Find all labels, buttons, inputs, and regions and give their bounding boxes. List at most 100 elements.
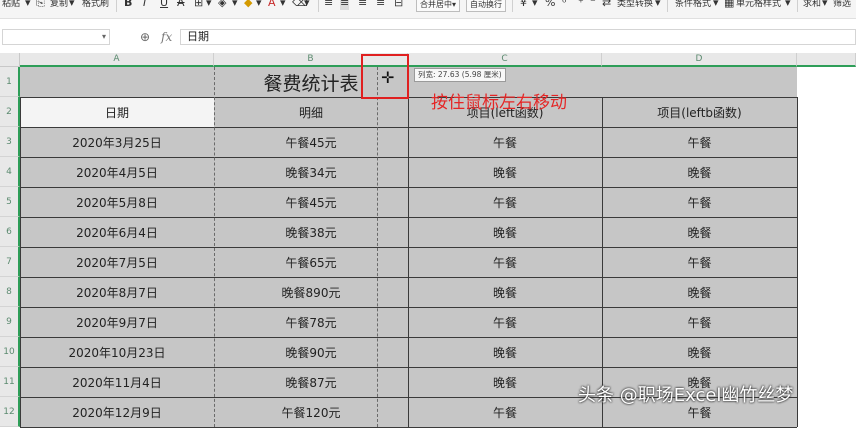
row-header-8[interactable]: 8 bbox=[0, 277, 20, 307]
table-cell[interactable]: 晚餐38元 bbox=[214, 217, 408, 247]
align-left-icon[interactable]: ≡ bbox=[324, 0, 333, 10]
table-cell[interactable]: 2020年7月5日 bbox=[20, 247, 214, 277]
table-cell[interactable]: 晚餐 bbox=[408, 337, 602, 367]
table-cell[interactable]: 2020年12月9日 bbox=[20, 397, 214, 427]
table-cell[interactable]: 2020年10月23日 bbox=[20, 337, 214, 367]
sum-button[interactable]: 求和 bbox=[803, 0, 821, 11]
chevron-down-icon[interactable]: ▾ bbox=[102, 32, 106, 41]
cell-style-button[interactable]: 单元格样式 bbox=[736, 0, 781, 11]
table-cell[interactable]: 晚餐 bbox=[408, 157, 602, 187]
table-cell[interactable]: 午餐 bbox=[408, 187, 602, 217]
table-cell[interactable]: 午餐 bbox=[408, 307, 602, 337]
table-cell[interactable]: 午餐 bbox=[602, 127, 797, 157]
column-header-d[interactable]: D bbox=[602, 53, 797, 67]
table-cell[interactable]: 晚餐 bbox=[408, 217, 602, 247]
table-cell[interactable]: 午餐 bbox=[408, 397, 602, 427]
table-cell[interactable]: 午餐 bbox=[602, 247, 797, 277]
table-cell[interactable]: 2020年5月8日 bbox=[20, 187, 214, 217]
table-cell[interactable]: 晚餐87元 bbox=[214, 367, 408, 397]
strikethrough-button[interactable]: A bbox=[177, 0, 185, 10]
table-cell[interactable]: 2020年8月7日 bbox=[20, 277, 214, 307]
filter-button[interactable]: 筛选 bbox=[833, 0, 851, 11]
table-cell[interactable]: 晚餐 bbox=[602, 277, 797, 307]
align-center-icon[interactable]: ≡ bbox=[340, 0, 350, 10]
column-header-a[interactable]: A bbox=[20, 53, 214, 67]
row-header-6[interactable]: 6 bbox=[0, 217, 20, 247]
thousands-separator-icon[interactable]: ⁰ bbox=[562, 0, 566, 10]
column-header-c[interactable]: C bbox=[408, 53, 602, 67]
distributed-align-icon[interactable]: ⊟ bbox=[394, 0, 403, 10]
chevron-down-icon[interactable]: ▾ bbox=[256, 0, 262, 10]
zoom-icon[interactable]: ⊕ bbox=[140, 29, 150, 45]
table-cell[interactable]: 晚餐 bbox=[602, 337, 797, 367]
name-box[interactable]: ▾ bbox=[2, 29, 110, 45]
conditional-format-button[interactable]: 条件格式 bbox=[675, 0, 711, 11]
chevron-down-icon[interactable]: ▾ bbox=[206, 0, 212, 10]
table-cell[interactable]: 2020年4月5日 bbox=[20, 157, 214, 187]
chevron-down-icon[interactable]: ▾ bbox=[280, 0, 286, 10]
table-cell[interactable]: 午餐45元 bbox=[214, 127, 408, 157]
merge-center-button[interactable]: 合并居中▾ bbox=[416, 0, 461, 12]
table-cell[interactable]: 午餐 bbox=[602, 307, 797, 337]
column-header-e[interactable] bbox=[797, 53, 856, 67]
row-header-12[interactable]: 12 bbox=[0, 397, 20, 427]
highlight-color-icon[interactable]: ◆ bbox=[244, 0, 252, 10]
chevron-down-icon[interactable]: ▾ bbox=[655, 0, 661, 10]
chevron-down-icon[interactable]: ▾ bbox=[785, 0, 791, 10]
table-cell[interactable]: 2020年11月4日 bbox=[20, 367, 214, 397]
table-cell[interactable]: 晚餐34元 bbox=[214, 157, 408, 187]
copy-icon[interactable]: ⎘ bbox=[36, 0, 45, 10]
table-cell[interactable]: 晚餐 bbox=[408, 277, 602, 307]
row-header-2[interactable]: 2 bbox=[0, 97, 20, 127]
chevron-down-icon[interactable]: ▾ bbox=[822, 0, 828, 10]
wrap-text-button[interactable]: 自动换行 bbox=[466, 0, 506, 12]
table-cell[interactable]: 2020年6月4日 bbox=[20, 217, 214, 247]
table-cell[interactable]: 午餐45元 bbox=[214, 187, 408, 217]
table-cell[interactable]: 午餐78元 bbox=[214, 307, 408, 337]
chevron-down-icon[interactable]: ▾ bbox=[713, 0, 719, 10]
font-color-icon[interactable]: A bbox=[268, 0, 276, 10]
bold-button[interactable]: B bbox=[124, 0, 132, 10]
paste-button[interactable]: 粘贴 bbox=[2, 0, 20, 11]
row-header-3[interactable]: 3 bbox=[0, 127, 20, 157]
chevron-down-icon[interactable]: ▾ bbox=[69, 0, 75, 10]
chevron-down-icon[interactable]: ▾ bbox=[232, 0, 238, 10]
decrease-decimal-icon[interactable]: ⁻ bbox=[590, 0, 596, 10]
cell-style-icon[interactable]: ▦ bbox=[724, 0, 734, 10]
table-cell[interactable]: 晚餐 bbox=[408, 367, 602, 397]
column-title-4[interactable]: 项目(leftb函数) bbox=[602, 97, 797, 127]
row-header-5[interactable]: 5 bbox=[0, 187, 20, 217]
table-cell[interactable]: 午餐 bbox=[602, 187, 797, 217]
increase-decimal-icon[interactable]: ⁺ bbox=[578, 0, 584, 10]
italic-button[interactable]: I bbox=[143, 0, 146, 10]
align-right-icon[interactable]: ≡ bbox=[358, 0, 367, 10]
row-header-11[interactable]: 11 bbox=[0, 367, 20, 397]
format-painter-button[interactable]: 格式刷 bbox=[82, 0, 109, 11]
column-title-2[interactable]: 明细 bbox=[214, 97, 408, 127]
row-header-1[interactable]: 1 bbox=[0, 67, 20, 97]
formula-input[interactable]: 日期 bbox=[180, 29, 856, 45]
fx-icon[interactable]: fx bbox=[161, 29, 172, 45]
table-cell[interactable]: 晚餐 bbox=[602, 157, 797, 187]
currency-button[interactable]: ¥ bbox=[520, 0, 527, 10]
underline-button[interactable]: U bbox=[160, 0, 168, 10]
percent-button[interactable]: % bbox=[545, 0, 555, 10]
table-cell[interactable]: 2020年9月7日 bbox=[20, 307, 214, 337]
border-icon[interactable]: ⊞ bbox=[194, 0, 203, 10]
row-header-10[interactable]: 10 bbox=[0, 337, 20, 367]
chevron-down-icon[interactable]: ▾ bbox=[532, 0, 538, 10]
table-cell[interactable]: 午餐 bbox=[408, 127, 602, 157]
type-convert-icon[interactable]: ⇄ bbox=[602, 0, 611, 10]
column-title-1[interactable]: 日期 bbox=[20, 97, 214, 127]
table-cell[interactable]: 晚餐890元 bbox=[214, 277, 408, 307]
copy-button[interactable]: 复制 bbox=[50, 0, 68, 11]
table-cell[interactable]: 午餐65元 bbox=[214, 247, 408, 277]
chevron-down-icon[interactable]: ▾ bbox=[304, 0, 310, 10]
table-cell[interactable]: 晚餐90元 bbox=[214, 337, 408, 367]
row-header-9[interactable]: 9 bbox=[0, 307, 20, 337]
table-cell[interactable]: 午餐120元 bbox=[214, 397, 408, 427]
fill-color-icon[interactable]: ◈ bbox=[218, 0, 226, 10]
chevron-down-icon[interactable]: ▾ bbox=[25, 0, 31, 10]
justify-icon[interactable]: ≡ bbox=[376, 0, 385, 10]
type-convert-button[interactable]: 类型转换 bbox=[617, 0, 653, 11]
